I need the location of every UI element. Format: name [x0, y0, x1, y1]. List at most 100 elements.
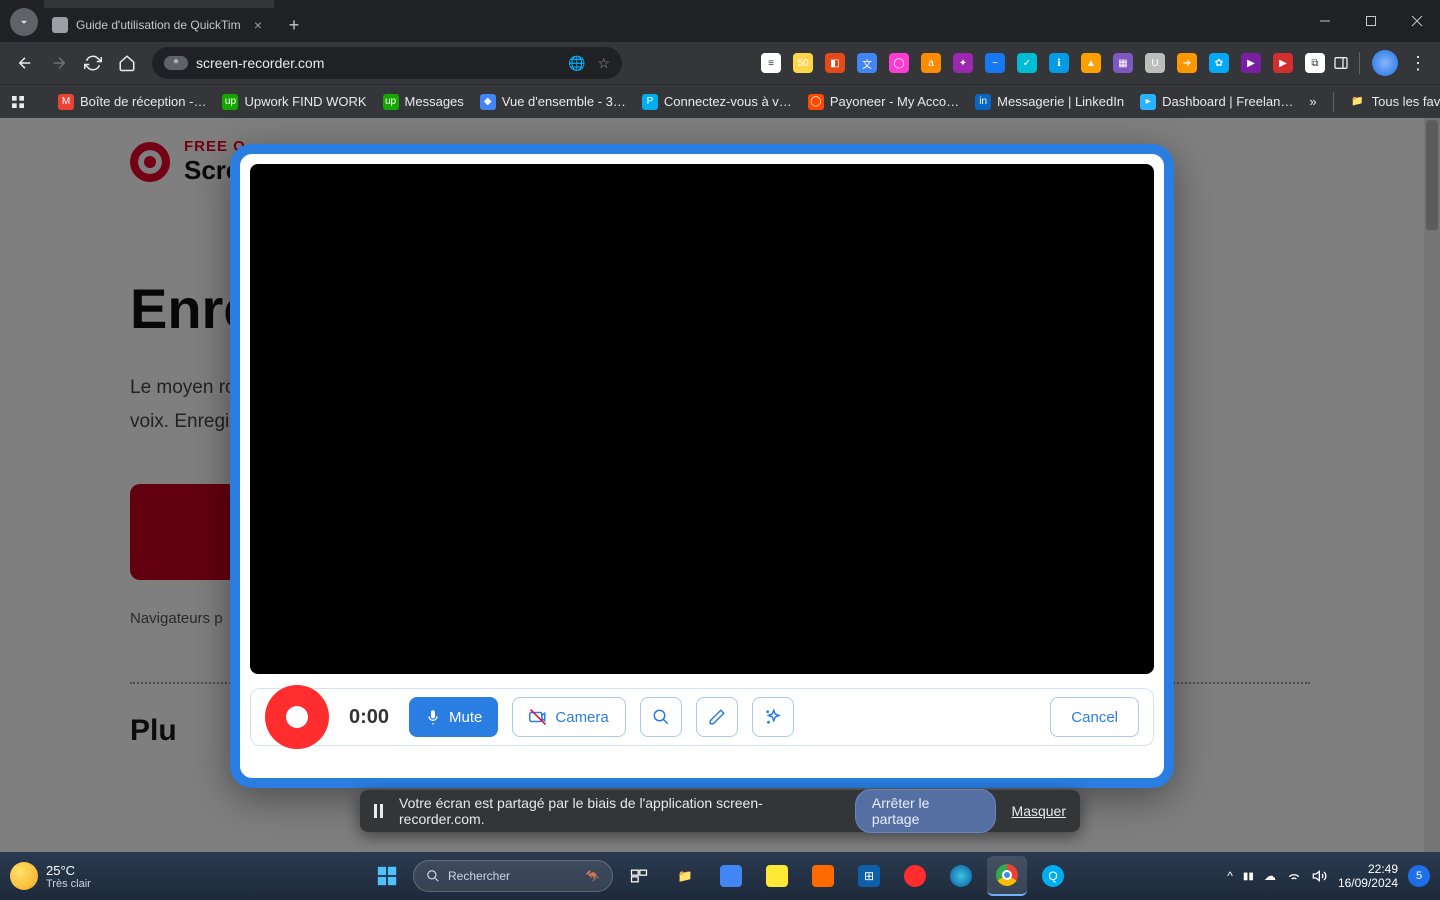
- side-panel-icon[interactable]: [1329, 46, 1353, 80]
- bookmark-item[interactable]: MBoîte de réception -…: [50, 88, 214, 116]
- pause-icon[interactable]: [374, 804, 383, 818]
- window-controls: [1302, 0, 1440, 42]
- extension-icon[interactable]: ▲: [1077, 49, 1105, 77]
- tab-label: Guide d'utilisation de QuickTim: [76, 18, 246, 32]
- menu-button[interactable]: ⋮: [1404, 53, 1432, 74]
- system-tray: ^ ▮▮ ☁ 22:49 16/09/2024 5: [1227, 862, 1430, 891]
- taskbar-center: Rechercher 🦘 📁 ⊞ Q: [367, 856, 1073, 896]
- app-icon-3[interactable]: [803, 856, 843, 896]
- bookmark-favicon: M: [58, 94, 74, 110]
- bookmark-item[interactable]: upUpwork FIND WORK: [214, 88, 374, 116]
- bookmarks-bar: MBoîte de réception -…upUpwork FIND WORK…: [0, 84, 1440, 118]
- extension-icon[interactable]: ◧: [821, 49, 849, 77]
- effects-button[interactable]: [752, 697, 794, 737]
- recorder-preview: [250, 164, 1154, 674]
- mute-button[interactable]: Mute: [409, 697, 498, 737]
- search-icon: [426, 869, 440, 883]
- url-text: screen-recorder.com: [196, 55, 324, 71]
- extension-icon[interactable]: ✦: [949, 49, 977, 77]
- site-info-chip[interactable]: [164, 56, 188, 70]
- translate-icon[interactable]: 🌐: [568, 55, 585, 72]
- explorer-icon[interactable]: 📁: [665, 856, 705, 896]
- back-button[interactable]: [8, 46, 42, 80]
- record-button[interactable]: [265, 685, 329, 749]
- titlebar: M Boîte de réception (2) - michelin ×≡ E…: [0, 0, 1440, 42]
- cancel-button[interactable]: Cancel: [1050, 697, 1139, 737]
- hide-sharing-button[interactable]: Masquer: [1012, 803, 1066, 819]
- app-icon-2[interactable]: [757, 856, 797, 896]
- bookmark-item[interactable]: ▸ Dashboard | Freelan…: [1132, 88, 1301, 116]
- extension-icon[interactable]: ≡: [757, 49, 785, 77]
- bookmark-item[interactable]: ◆ Vue d'ensemble - 3…: [472, 88, 634, 116]
- bookmark-item[interactable]: inMessagerie | LinkedIn: [967, 88, 1132, 116]
- maximize-button[interactable]: [1348, 0, 1394, 42]
- bookmark-favicon: up: [383, 94, 399, 110]
- tab-close-icon[interactable]: ×: [250, 17, 266, 33]
- browser-tab[interactable]: Guide d'utilisation de QuickTim ×: [44, 8, 274, 42]
- extension-icon[interactable]: ➔: [1173, 49, 1201, 77]
- app-icon-5[interactable]: Q: [1033, 856, 1073, 896]
- minimize-button[interactable]: [1302, 0, 1348, 42]
- taskbar: 25°C Très clair Rechercher 🦘 📁 ⊞ Q ^ ▮▮ …: [0, 852, 1440, 900]
- extension-icon[interactable]: a: [917, 49, 945, 77]
- close-window-button[interactable]: [1394, 0, 1440, 42]
- extension-icon[interactable]: ▦: [1109, 49, 1137, 77]
- store-icon[interactable]: ⊞: [849, 856, 889, 896]
- draw-button[interactable]: [696, 697, 738, 737]
- extension-icon[interactable]: ✿: [1205, 49, 1233, 77]
- stop-sharing-button[interactable]: Arrêter le partage: [855, 789, 996, 833]
- reload-button[interactable]: [76, 46, 110, 80]
- weather-widget[interactable]: 25°C Très clair: [10, 862, 91, 890]
- home-button[interactable]: [110, 46, 144, 80]
- bookmark-item[interactable]: up Messages: [375, 88, 472, 116]
- sparkle-icon: [764, 708, 782, 726]
- clock[interactable]: 22:49 16/09/2024: [1338, 862, 1398, 891]
- extension-icon[interactable]: ▶: [1269, 49, 1297, 77]
- all-bookmarks[interactable]: 📁 Tous les favoris: [1342, 88, 1440, 116]
- apps-icon[interactable]: [10, 88, 34, 116]
- tray-lang[interactable]: ▮▮: [1243, 871, 1254, 882]
- tab-strip: M Boîte de réception (2) - michelin ×≡ E…: [0, 0, 1302, 42]
- extension-icon[interactable]: 文: [853, 49, 881, 77]
- chrome-icon[interactable]: [987, 856, 1027, 896]
- bookmark-item[interactable]: PConnectez-vous à v…: [634, 88, 800, 116]
- taskbar-search[interactable]: Rechercher 🦘: [413, 860, 613, 892]
- extension-icon[interactable]: ✓: [1013, 49, 1041, 77]
- edge-icon[interactable]: [941, 856, 981, 896]
- bookmark-favicon: ▸: [1140, 94, 1156, 110]
- extension-icon[interactable]: 50: [789, 49, 817, 77]
- address-bar[interactable]: screen-recorder.com 🌐 ☆: [152, 47, 622, 79]
- browser-tab[interactable]: ● Enregistreur d'écran en lign ×: [44, 0, 274, 8]
- tray-onedrive-icon[interactable]: ☁: [1264, 869, 1276, 883]
- extension-icon[interactable]: ⧉: [1301, 49, 1329, 77]
- new-tab-button[interactable]: +: [280, 11, 308, 39]
- bookmark-favicon: ◯: [808, 94, 824, 110]
- extension-icon[interactable]: ▶: [1237, 49, 1265, 77]
- start-button[interactable]: [367, 856, 407, 896]
- extension-icon[interactable]: ~: [981, 49, 1009, 77]
- tab-favicon: [52, 17, 68, 33]
- tray-volume-icon[interactable]: [1312, 868, 1328, 884]
- camera-button[interactable]: Camera: [512, 697, 625, 737]
- bookmarks-overflow[interactable]: »: [1301, 88, 1324, 116]
- zoom-button[interactable]: [640, 697, 682, 737]
- profile-chip[interactable]: [10, 8, 38, 36]
- bookmark-label: Vue d'ensemble - 3…: [502, 94, 626, 109]
- notifications-badge[interactable]: 5: [1408, 865, 1430, 887]
- bookmark-star-icon[interactable]: ☆: [597, 55, 610, 72]
- extension-icon[interactable]: ℹ: [1045, 49, 1073, 77]
- extension-icon[interactable]: U: [1141, 49, 1169, 77]
- tray-chevron-icon[interactable]: ^: [1227, 869, 1233, 883]
- bookmark-label: Dashboard | Freelan…: [1162, 94, 1293, 109]
- app-icon-1[interactable]: [711, 856, 751, 896]
- extension-icon[interactable]: ◯: [885, 49, 913, 77]
- weather-icon: [10, 862, 38, 890]
- profile-avatar[interactable]: [1372, 50, 1398, 76]
- task-view-icon[interactable]: [619, 856, 659, 896]
- app-icon-4[interactable]: [895, 856, 935, 896]
- bookmark-favicon: ◆: [480, 94, 496, 110]
- forward-button[interactable]: [42, 46, 76, 80]
- bookmark-label: Messages: [405, 94, 464, 109]
- tray-wifi-icon[interactable]: [1286, 868, 1302, 884]
- bookmark-item[interactable]: ◯Payoneer - My Acco…: [800, 88, 967, 116]
